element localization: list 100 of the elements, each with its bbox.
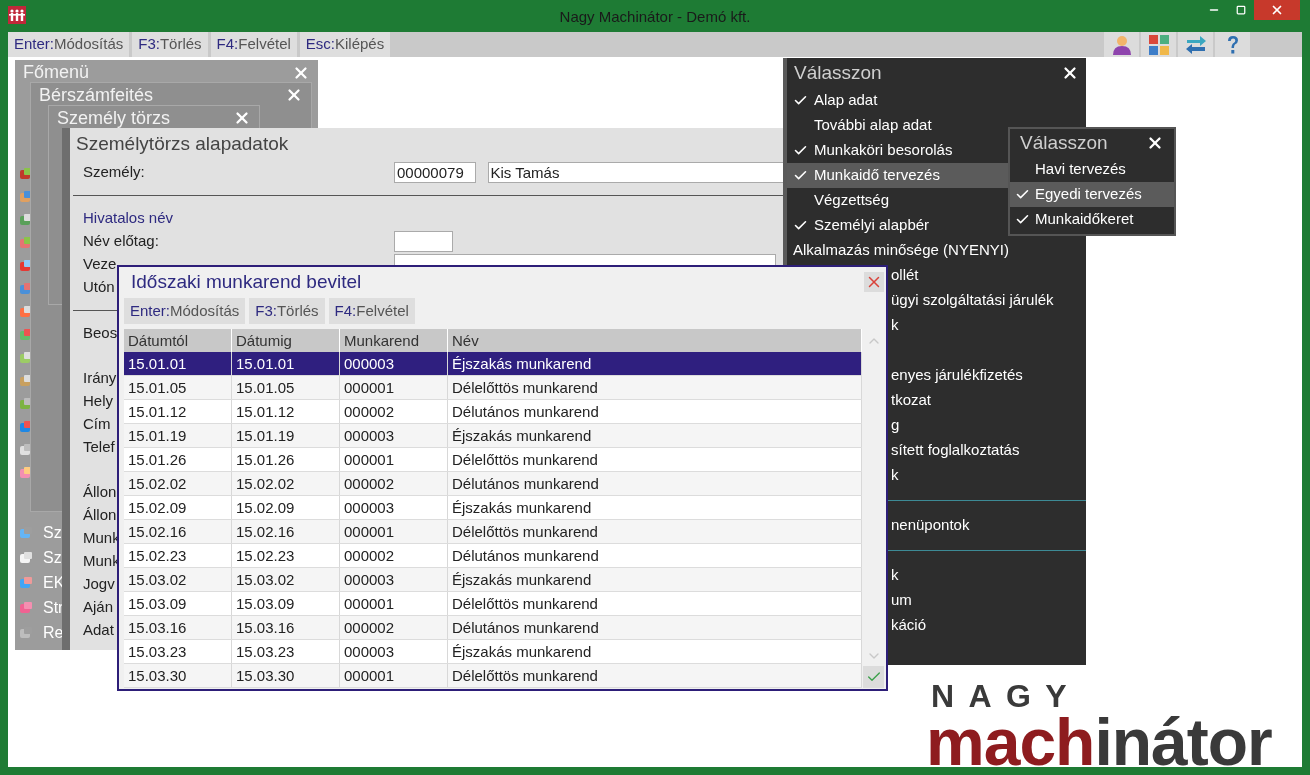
shortcut-button[interactable]: F4:Felvétel — [210, 32, 297, 57]
table-cell: 15.02.23 — [232, 544, 340, 567]
input-field[interactable]: 00000079 — [394, 162, 476, 183]
table-row[interactable]: 15.03.02 15.03.02 000003 Éjszakás munkarend — [124, 568, 862, 592]
table-cell: 15.03.23 — [124, 640, 232, 663]
table-row[interactable]: 15.02.16 15.02.16 000001 Délelőttös munkarend — [124, 520, 862, 544]
table-cell: 15.02.16 — [232, 520, 340, 543]
table-row[interactable]: 15.03.09 15.03.09 000001 Délelőttös munkarend — [124, 592, 862, 616]
menu-item[interactable]: Alkalmazás minősége (NYENYI) — [787, 238, 1008, 263]
table-row[interactable]: 15.01.19 15.01.19 000003 Éjszakás munkarend — [124, 424, 862, 448]
table-row[interactable]: 15.02.02 15.02.02 000002 Délutános munkarend — [124, 472, 862, 496]
table-cell: 000002 — [340, 472, 448, 495]
table-cell: 000002 — [340, 544, 448, 567]
menu-item[interactable]: k — [891, 314, 899, 337]
shortcut-button[interactable]: F3:Törlés — [249, 298, 325, 324]
table-cell: Délelőttös munkarend — [448, 376, 862, 399]
swap-button[interactable] — [1178, 32, 1213, 57]
tile-icon — [19, 575, 33, 590]
table-cell: 15.03.16 — [124, 616, 232, 639]
menu-title: Válasszon — [1020, 130, 1108, 155]
menu-item[interactable]: ügyi szolgáltatási járulék — [891, 289, 1054, 312]
window-title: Főmenü — [23, 61, 90, 84]
close-icon[interactable] — [1061, 64, 1079, 82]
menu-item[interactable]: g — [891, 414, 900, 437]
menu-item[interactable]: ollét — [891, 264, 919, 287]
table-row[interactable]: 15.01.05 15.01.05 000001 Délelőttös munkarend — [124, 376, 862, 400]
table-cell: 15.02.02 — [232, 472, 340, 495]
menu-item[interactable]: tkozat — [891, 389, 932, 412]
field-label: Veze — [83, 254, 117, 275]
shortcut-button[interactable]: Esc:Kilépés — [299, 32, 391, 57]
table-cell: 15.02.09 — [232, 496, 340, 519]
table-cell: 15.03.30 — [232, 664, 340, 687]
field-label: Utón — [83, 277, 115, 298]
menu-item[interactable]: Munkaköri besorolás — [787, 138, 1008, 163]
table-cell: 15.03.09 — [232, 592, 340, 615]
menu-item[interactable]: Munkaidő tervezés — [787, 163, 1008, 188]
menu-item[interactable]: enyes járulékfizetés — [891, 364, 1023, 387]
tile-icon — [19, 550, 33, 565]
table-cell: 000001 — [340, 664, 448, 687]
field-label: Telef — [83, 437, 115, 458]
menu-item[interactable]: Munkaidőkeret — [1010, 207, 1174, 232]
close-icon[interactable] — [1146, 134, 1164, 152]
table-cell: 15.03.16 — [232, 616, 340, 639]
field-label: Személy: — [83, 162, 145, 183]
table-cell: 15.01.01 — [124, 352, 232, 375]
table-cell: 15.01.26 — [232, 448, 340, 471]
table-cell: 15.03.30 — [124, 664, 232, 687]
table-row[interactable]: 15.02.09 15.02.09 000003 Éjszakás munkarend — [124, 496, 862, 520]
field-label: Állon — [83, 505, 117, 526]
field-label: Állon — [83, 482, 117, 503]
table-cell: 000003 — [340, 496, 448, 519]
table-row[interactable]: 15.01.12 15.01.12 000002 Délutános munkarend — [124, 400, 862, 424]
table-row[interactable]: 15.01.01 15.01.01 000003 Éjszakás munkarend — [124, 352, 862, 376]
apps-button[interactable] — [1141, 32, 1176, 57]
menu-item[interactable]: Személyi alapbér — [787, 213, 1008, 238]
menu-item[interactable]: Havi tervezés — [1010, 157, 1174, 182]
menu-item[interactable]: k — [891, 464, 899, 487]
app-logo-icon — [8, 6, 26, 24]
help-button[interactable] — [1215, 32, 1250, 57]
shortcut-button[interactable]: Enter:Módosítás — [8, 32, 130, 57]
table-cell: 15.01.05 — [232, 376, 340, 399]
field-label: Munk — [83, 551, 120, 572]
help-icon — [1225, 34, 1240, 55]
shortcut-button[interactable]: F3:Törlés — [132, 32, 208, 57]
table-row[interactable]: 15.03.16 15.03.16 000002 Délutános munkarend — [124, 616, 862, 640]
table-row[interactable]: 15.02.23 15.02.23 000002 Délutános munkarend — [124, 544, 862, 568]
menu-item[interactable]: Alap adat — [787, 88, 1008, 113]
confirm-button[interactable] — [863, 666, 884, 688]
table-row[interactable]: 15.01.26 15.01.26 000001 Délelőttös munkarend — [124, 448, 862, 472]
menu-item[interactable]: nenüpontok — [891, 514, 970, 537]
menu-item[interactable]: káció — [891, 614, 927, 637]
menu-item[interactable]: k — [891, 564, 899, 587]
user-button[interactable] — [1104, 32, 1139, 57]
table-cell: Éjszakás munkarend — [448, 496, 862, 519]
table-row[interactable]: 15.03.30 15.03.30 000001 Délelőttös munkarend — [124, 664, 862, 688]
table-cell: 000001 — [340, 592, 448, 615]
table-row[interactable]: 15.03.23 15.03.23 000003 Éjszakás munkarend — [124, 640, 862, 664]
table-cell: Délutános munkarend — [448, 400, 862, 423]
menu-item[interactable]: um — [891, 589, 912, 612]
logo-text: machinátor — [926, 711, 1272, 773]
swap-arrows-icon — [1184, 34, 1207, 55]
shortcut-button[interactable]: F4:Felvétel — [328, 298, 415, 324]
table-cell: 15.01.05 — [124, 376, 232, 399]
table-cell: Délelőttös munkarend — [448, 664, 862, 687]
menu-item[interactable]: Végzettség — [787, 188, 1008, 213]
field-label: Aján — [83, 597, 114, 618]
user-icon — [1110, 34, 1133, 55]
tile-icon — [19, 600, 33, 615]
menu-item[interactable]: További alap adat — [787, 113, 1008, 138]
table-cell: Éjszakás munkarend — [448, 352, 862, 375]
table-cell: 15.02.16 — [124, 520, 232, 543]
close-button[interactable] — [1254, 0, 1300, 20]
shortcut-button[interactable]: Enter:Módosítás — [124, 298, 246, 324]
maximize-icon — [1235, 5, 1246, 15]
table-cell: Délelőttös munkarend — [448, 592, 862, 615]
input-field[interactable] — [394, 231, 453, 252]
menu-item[interactable]: sített foglalkoztatás — [891, 439, 1020, 462]
table-cell: Éjszakás munkarend — [448, 424, 862, 447]
close-button[interactable] — [864, 272, 884, 292]
menu-item[interactable]: Egyedi tervezés — [1010, 182, 1174, 207]
